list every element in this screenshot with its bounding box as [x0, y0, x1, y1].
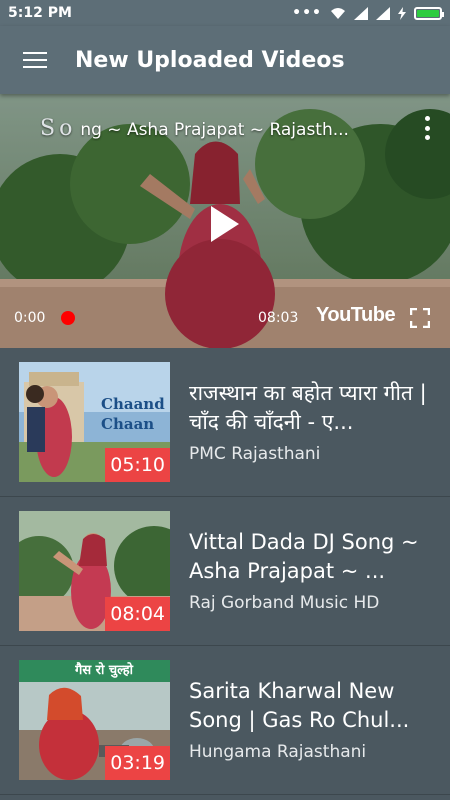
signal-icon	[354, 6, 368, 20]
video-info[interactable]: Sarita Kharwal New Song | Gas Ro Chul...…	[189, 677, 434, 762]
status-bar: 5:12 PM •••	[0, 0, 450, 26]
page-title: New Uploaded Videos	[75, 47, 345, 73]
video-thumbnail[interactable]: Chaand Chaan 05:10	[19, 362, 170, 482]
video-title: Sarita Kharwal New Song | Gas Ro Chul...	[189, 679, 410, 732]
youtube-logo[interactable]: YouTube	[316, 304, 396, 327]
list-item[interactable]: 08:04 Vittal Dada DJ Song ~ Asha Prajapa…	[0, 497, 450, 646]
total-time: 08:03	[258, 310, 299, 326]
charging-icon	[398, 6, 406, 20]
video-title: Vittal Dada DJ Song ~ Asha Prajapat ~ ..…	[189, 530, 419, 583]
video-channel: Raj Gorband Music HD	[189, 593, 380, 613]
current-time: 0:00	[14, 310, 46, 326]
thumbnail-caption: गैस रो चुल्हो	[75, 663, 133, 678]
duration-badge: 05:10	[105, 448, 170, 482]
video-info[interactable]: Vittal Dada DJ Song ~ Asha Prajapat ~ ..…	[189, 528, 434, 613]
signal-icon	[376, 6, 390, 20]
play-icon[interactable]	[191, 194, 251, 254]
wifi-icon	[331, 7, 345, 19]
battery-level	[417, 9, 439, 17]
list-item[interactable]: Chaand Chaan 05:10 राजस्थान का बहोत प्या…	[0, 348, 450, 497]
video-list: Chaand Chaan 05:10 राजस्थान का बहोत प्या…	[0, 348, 450, 795]
progress-scrubber[interactable]	[61, 311, 75, 325]
video-player[interactable]: So ng ~ Asha Prajapat ~ Rajasth... 0:00 0…	[0, 94, 450, 348]
app-bar: New Uploaded Videos	[0, 26, 450, 94]
channel-watermark: So	[40, 116, 77, 141]
video-title: राजस्थान का बहोत प्यारा गीत | चाँद की चा…	[189, 381, 427, 434]
status-icons: •••	[292, 5, 444, 21]
hamburger-menu-icon[interactable]	[0, 26, 70, 94]
video-info[interactable]: राजस्थान का बहोत प्यारा गीत | चाँद की चा…	[189, 379, 434, 464]
duration-badge: 03:19	[105, 746, 170, 780]
player-title: So ng ~ Asha Prajapat ~ Rajasth...	[40, 116, 395, 141]
video-thumbnail[interactable]: गैस रो चुल्हो 03:19	[19, 660, 170, 780]
thumbnail-caption: Chaand Chaan	[101, 395, 165, 433]
battery-icon	[414, 6, 444, 20]
video-channel: PMC Rajasthani	[189, 444, 321, 464]
video-channel: Hungama Rajasthani	[189, 742, 367, 762]
player-title-text: ng ~ Asha Prajapat ~ Rajasth...	[80, 120, 349, 140]
status-time: 5:12 PM	[8, 5, 72, 21]
list-item[interactable]: गैस रो चुल्हो 03:19 Sarita Kharwal New S…	[0, 646, 450, 795]
duration-badge: 08:04	[105, 597, 170, 631]
more-options-icon[interactable]	[424, 116, 430, 140]
fullscreen-icon[interactable]	[410, 308, 430, 328]
more-dots-icon: •••	[292, 5, 322, 21]
video-thumbnail[interactable]: 08:04	[19, 511, 170, 631]
